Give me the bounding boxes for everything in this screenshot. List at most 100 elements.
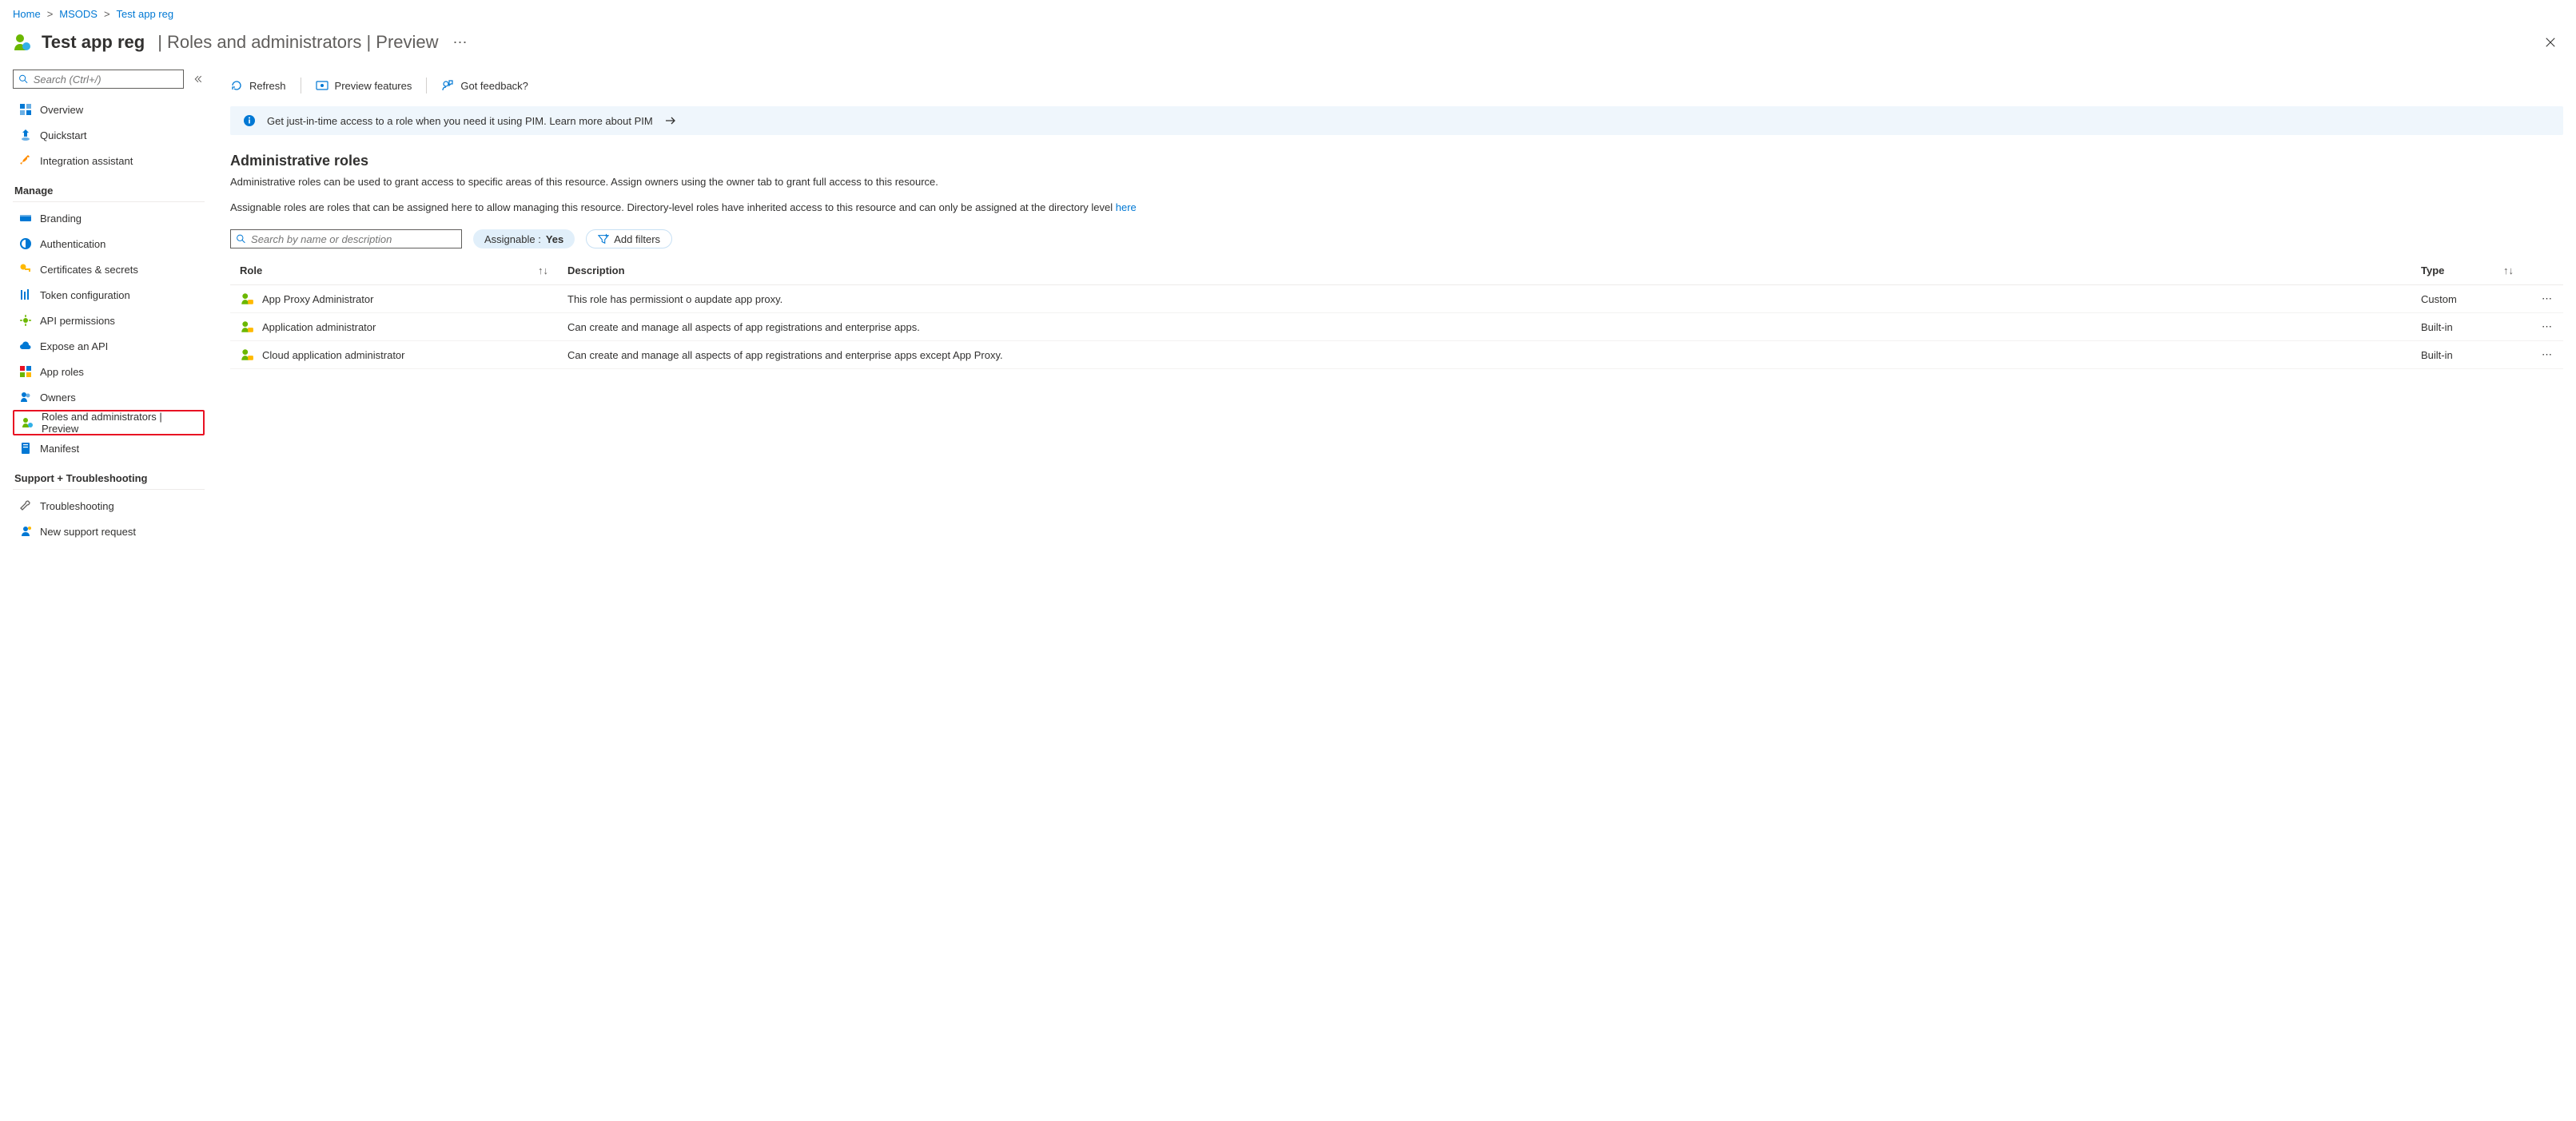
sidebar-search[interactable] (13, 70, 184, 89)
add-filters-label: Add filters (614, 233, 660, 245)
column-role[interactable]: Role↑↓ (230, 256, 558, 285)
role-search[interactable] (230, 229, 462, 248)
table-row[interactable]: Cloud application administrator Can creat… (230, 341, 2563, 369)
sidebar-item-app-roles[interactable]: App roles (13, 359, 205, 384)
column-description[interactable]: Description (558, 256, 2411, 285)
feedback-label: Got feedback? (460, 80, 528, 92)
breadcrumb-app[interactable]: Test app reg (117, 8, 174, 20)
sidebar: Overview Quickstart Integration assistan… (13, 70, 205, 544)
section-desc-2: Assignable roles are roles that can be a… (230, 200, 2563, 216)
sidebar-item-authentication[interactable]: Authentication (13, 231, 205, 256)
info-icon (243, 114, 256, 127)
table-row[interactable]: App Proxy AdministratorThis role has per… (230, 285, 2563, 313)
info-banner: Get just-in-time access to a role when y… (230, 106, 2563, 135)
sidebar-item-certificates[interactable]: Certificates & secrets (13, 256, 205, 282)
info-banner-text: Get just-in-time access to a role when y… (267, 115, 653, 127)
table-row[interactable]: Application administrator Can create and … (230, 313, 2563, 341)
sidebar-item-label: Integration assistant (40, 155, 133, 167)
role-description: This role has permissiont o aupdate app … (558, 285, 2411, 313)
close-button[interactable] (2538, 30, 2563, 55)
breadcrumb-separator: > (47, 8, 54, 20)
sidebar-item-label: Overview (40, 104, 83, 116)
breadcrumb-separator: > (104, 8, 110, 20)
sort-icon[interactable]: ↑↓ (2503, 264, 2514, 276)
breadcrumb-home[interactable]: Home (13, 8, 41, 20)
search-icon (18, 74, 29, 85)
refresh-label: Refresh (249, 80, 286, 92)
role-icon (240, 320, 254, 334)
sidebar-item-label: Troubleshooting (40, 500, 114, 512)
here-link[interactable]: here (1116, 201, 1137, 213)
app-roles-icon (19, 365, 32, 378)
refresh-button[interactable]: Refresh (230, 79, 286, 92)
role-type: Custom (2411, 285, 2523, 313)
role-description: Can create and manage all aspects of app… (558, 313, 2411, 341)
sidebar-item-label: Expose an API (40, 340, 108, 352)
sidebar-item-troubleshooting[interactable]: Troubleshooting (13, 493, 205, 519)
manifest-icon (19, 442, 32, 455)
chevron-double-left-icon (193, 74, 203, 84)
sidebar-item-branding[interactable]: Branding (13, 205, 205, 231)
filter-assignable-label: Assignable : (484, 233, 541, 245)
preview-label: Preview features (335, 80, 412, 92)
sidebar-item-overview[interactable]: Overview (13, 97, 205, 122)
sort-icon[interactable]: ↑↓ (538, 264, 548, 276)
app-registration-icon (13, 33, 32, 52)
role-name: Application administrator (262, 321, 376, 333)
feedback-button[interactable]: Got feedback? (441, 79, 528, 92)
overview-icon (19, 103, 32, 116)
row-more-button[interactable]: ⋯ (2523, 313, 2563, 341)
sidebar-item-label: Manifest (40, 443, 79, 455)
sidebar-item-label: Owners (40, 392, 76, 403)
sidebar-item-quickstart[interactable]: Quickstart (13, 122, 205, 148)
role-description: Can create and manage all aspects of app… (558, 341, 2411, 369)
command-bar: Refresh Preview features Got feedback? (230, 70, 2563, 101)
filters-row: Assignable : Yes Add filters (230, 229, 2563, 248)
filter-assignable[interactable]: Assignable : Yes (473, 229, 575, 248)
row-more-button[interactable]: ⋯ (2523, 341, 2563, 369)
role-icon (240, 348, 254, 362)
sidebar-item-label: Authentication (40, 238, 106, 250)
sidebar-group-support: Support + Troubleshooting (13, 461, 205, 490)
preview-features-button[interactable]: Preview features (316, 79, 412, 92)
column-type[interactable]: Type↑↓ (2411, 256, 2523, 285)
sidebar-group-manage: Manage (13, 173, 205, 202)
add-filters-button[interactable]: Add filters (586, 229, 672, 248)
command-separator (426, 78, 427, 93)
search-icon (236, 233, 246, 244)
branding-icon (19, 212, 32, 225)
filter-assignable-value: Yes (546, 233, 563, 245)
sidebar-item-new-support[interactable]: New support request (13, 519, 205, 544)
main-content: Refresh Preview features Got feedback? G… (205, 70, 2563, 369)
page-header: Test app reg | Roles and administrators … (0, 25, 2576, 70)
collapse-sidebar-button[interactable] (192, 73, 205, 85)
sidebar-item-label: Token configuration (40, 289, 130, 301)
breadcrumb-msods[interactable]: MSODS (59, 8, 98, 20)
api-permissions-icon (19, 314, 32, 327)
token-icon (19, 288, 32, 301)
sidebar-item-api-permissions[interactable]: API permissions (13, 308, 205, 333)
row-more-button[interactable]: ⋯ (2523, 285, 2563, 313)
sidebar-item-label: Branding (40, 213, 82, 225)
sidebar-item-label: Certificates & secrets (40, 264, 138, 276)
quickstart-icon (19, 129, 32, 141)
more-menu-button[interactable]: ⋯ (448, 34, 472, 51)
sidebar-item-label: API permissions (40, 315, 115, 327)
sidebar-item-manifest[interactable]: Manifest (13, 435, 205, 461)
sidebar-item-expose-api[interactable]: Expose an API (13, 333, 205, 359)
sidebar-item-token-config[interactable]: Token configuration (13, 282, 205, 308)
role-name: Cloud application administrator (262, 349, 404, 361)
roles-admin-icon (21, 416, 34, 429)
sidebar-item-integration-assistant[interactable]: Integration assistant (13, 148, 205, 173)
role-search-input[interactable] (251, 233, 456, 245)
sidebar-item-owners[interactable]: Owners (13, 384, 205, 410)
sidebar-item-roles-admins[interactable]: Roles and administrators | Preview (13, 410, 205, 435)
role-icon (240, 292, 254, 306)
banner-learn-more-arrow[interactable] (664, 114, 677, 127)
cloud-icon (19, 340, 32, 352)
sidebar-item-label: App roles (40, 366, 84, 378)
sidebar-item-label: New support request (40, 526, 136, 538)
section-title: Administrative roles (230, 153, 2563, 169)
sidebar-search-input[interactable] (34, 74, 178, 85)
role-type: Built-in (2411, 341, 2523, 369)
